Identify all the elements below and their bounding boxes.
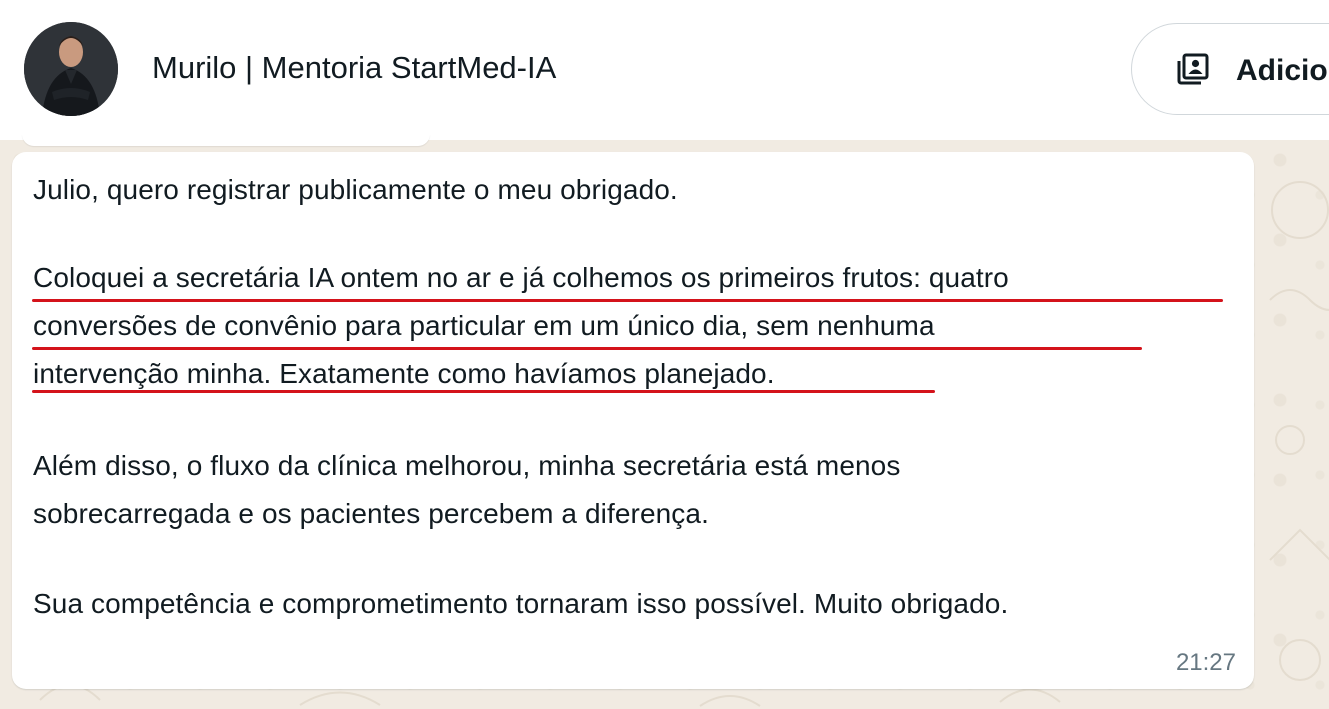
message-line-4: intervenção minha. Exatamente como havía… <box>33 358 775 389</box>
message-line-1: Julio, quero registrar publicamente o me… <box>33 174 678 205</box>
message-line-2: Coloquei a secretária IA ontem no ar e j… <box>33 262 1009 293</box>
avatar[interactable] <box>24 22 118 116</box>
message-line-7: Sua competência e comprometimento tornar… <box>33 588 1009 619</box>
message-timestamp: 21:27 <box>1175 649 1236 676</box>
header-shadow <box>22 134 430 146</box>
add-contact-button[interactable]: Adicio <box>1131 23 1329 115</box>
avatar-photo <box>24 22 118 116</box>
message-line-3: conversões de convênio para particular e… <box>33 310 935 341</box>
chat-header: Murilo | Mentoria StartMed-IA Adicio <box>0 0 1329 140</box>
message-bubble[interactable]: Julio, quero registrar publicamente o me… <box>12 152 1254 689</box>
highlight-underline-2 <box>32 347 1142 350</box>
contact-card-icon <box>1177 53 1209 85</box>
message-line-6: sobrecarregada e os pacientes percebem a… <box>33 498 709 529</box>
highlight-underline-3 <box>32 390 935 393</box>
message-line-5: Além disso, o fluxo da clínica melhorou,… <box>33 450 901 481</box>
contact-name[interactable]: Murilo | Mentoria StartMed-IA <box>152 50 556 86</box>
add-contact-label: Adicio <box>1236 54 1328 87</box>
highlight-underline-1 <box>32 299 1223 302</box>
